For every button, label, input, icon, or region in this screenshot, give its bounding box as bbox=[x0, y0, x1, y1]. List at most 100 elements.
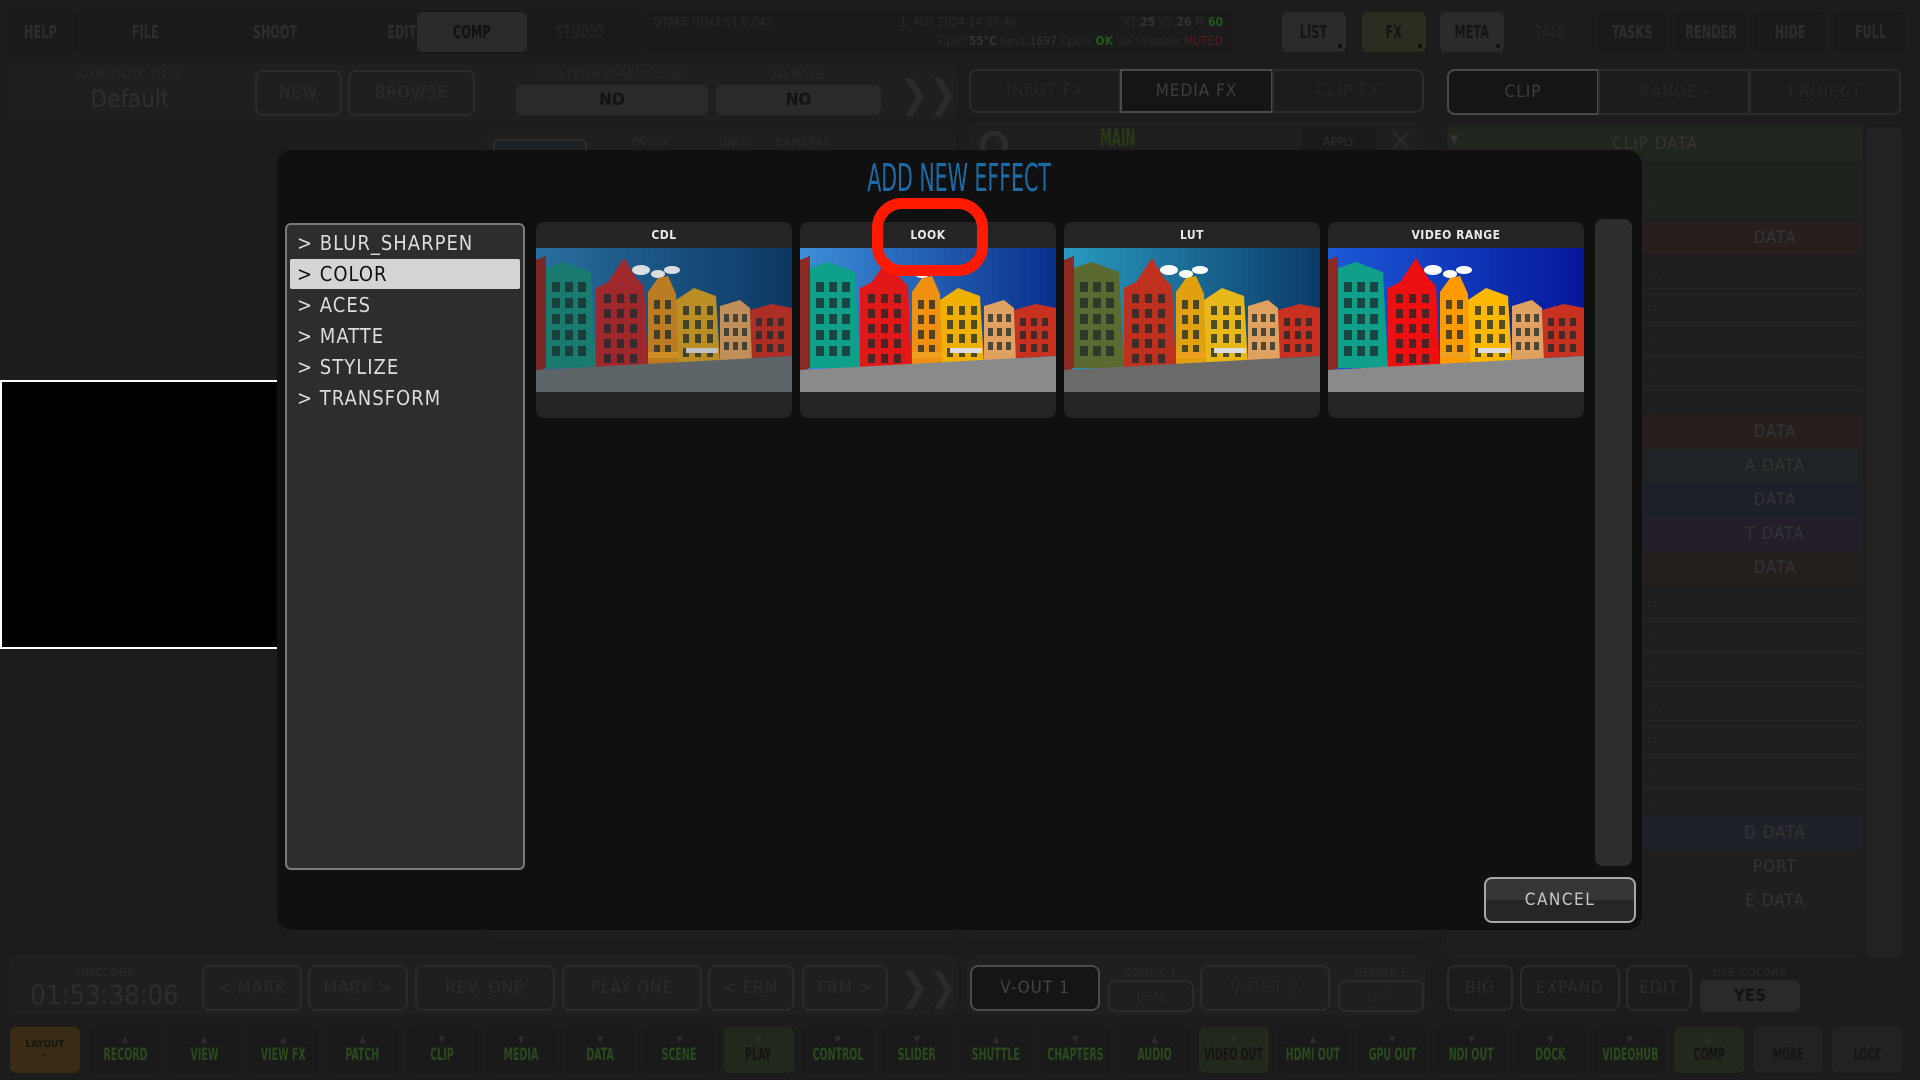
bottom-button-scene[interactable]: ▼ SCENE bbox=[644, 1027, 715, 1073]
tab-studio[interactable]: STUDIO bbox=[530, 12, 630, 52]
tab-media-fx[interactable]: MEDIA FX bbox=[1120, 69, 1273, 113]
arrow-up-icon: ▲ bbox=[121, 1035, 129, 1045]
vout1-button[interactable]: V-OUT 1 bbox=[970, 965, 1100, 1011]
units-tab[interactable]: UNITS bbox=[712, 136, 762, 149]
row-value: - bbox=[1652, 728, 1658, 747]
bottom-button-ndi-out[interactable]: ▼ NDI OUT bbox=[1436, 1027, 1507, 1073]
bottom-button-lock[interactable]: LOCK bbox=[1832, 1027, 1903, 1073]
next-frame-button[interactable]: FRM > bbox=[802, 965, 888, 1011]
cpu-temp-value: 55°C bbox=[968, 34, 997, 48]
arrow-down-icon: ▼ bbox=[438, 1035, 445, 1045]
bottom-button-record[interactable]: ▲ RECORD bbox=[90, 1027, 160, 1073]
bottom-button-patch[interactable]: ▲ PATCH bbox=[327, 1027, 398, 1073]
category-color[interactable]: > COLOR bbox=[290, 259, 520, 289]
tasks-button[interactable]: TASKS bbox=[1597, 12, 1667, 52]
new-button[interactable]: NEW bbox=[255, 70, 342, 116]
osd-toggle[interactable]: NO bbox=[516, 85, 708, 115]
bottom-button-control[interactable]: ▼ CONTROL bbox=[802, 1027, 873, 1073]
effect-card-cdl[interactable]: CDL bbox=[536, 222, 792, 418]
category-transform[interactable]: > TRANSFORM bbox=[290, 383, 520, 413]
render-button[interactable]: RENDER bbox=[1676, 12, 1746, 52]
bottom-button-play[interactable]: ▼ PLAY bbox=[723, 1027, 794, 1073]
bottom-button-gpu-out[interactable]: ▼ GPU OUT bbox=[1357, 1027, 1428, 1073]
tab-shoot[interactable]: SHOOT bbox=[212, 12, 338, 52]
expand-chevron-icon[interactable]: ❯❯ bbox=[900, 72, 957, 116]
bottom-button-clip[interactable]: ▼ CLIP bbox=[406, 1027, 477, 1073]
full-button[interactable]: FULL bbox=[1835, 12, 1905, 52]
talk-button[interactable]: TALK bbox=[1518, 12, 1584, 52]
effect-thumbnail bbox=[1064, 248, 1320, 392]
transport-more-chevron-icon[interactable]: ❯❯ bbox=[900, 965, 957, 1009]
bottom-button-label: MORE bbox=[1772, 1045, 1804, 1065]
video-preview[interactable] bbox=[0, 380, 290, 649]
bottom-button-video-out[interactable]: ▼ VIDEO OUT bbox=[1198, 1027, 1269, 1073]
tab-comp-label: COMP bbox=[453, 21, 491, 43]
category-matte[interactable]: > MATTE bbox=[290, 321, 520, 351]
category-blur-sharpen[interactable]: > BLUR_SHARPEN bbox=[290, 228, 520, 258]
play-one-button[interactable]: PLAY ONE bbox=[562, 965, 702, 1011]
vout2-button[interactable]: V-OUT 2 bbox=[1200, 965, 1330, 1011]
tab-ranges[interactable]: RANGES bbox=[1598, 69, 1750, 115]
bottom-button-chapters[interactable]: ▼ CHAPTERS bbox=[1040, 1027, 1111, 1073]
bottom-button-view-fx[interactable]: ▲ VIEW FX bbox=[248, 1027, 319, 1073]
mark-out-button[interactable]: MARK > bbox=[308, 965, 408, 1011]
collapse-triangle-icon[interactable]: ▼ bbox=[1450, 132, 1458, 146]
demux1-select[interactable]: Left bbox=[1108, 980, 1194, 1012]
row-value: - bbox=[1652, 364, 1658, 383]
big-button[interactable]: BIG bbox=[1447, 965, 1513, 1011]
effect-card-video-range[interactable]: VIDEO RANGE bbox=[1328, 222, 1584, 418]
fan-value: 1697 bbox=[1029, 34, 1057, 48]
help-button[interactable]: HELP bbox=[10, 12, 70, 52]
bottom-button-videohub[interactable]: ▼ VIDEOHUB bbox=[1594, 1027, 1665, 1073]
bottom-button-more[interactable]: MORE bbox=[1753, 1027, 1824, 1073]
category-stylize[interactable]: > STYLIZE bbox=[290, 352, 520, 382]
bottom-button-view[interactable]: ▲ VIEW bbox=[169, 1027, 240, 1073]
category-list[interactable]: > BLUR_SHARPEN > COLOR > ACES > MATTE > … bbox=[285, 223, 525, 870]
indicator-dot-icon bbox=[1338, 44, 1342, 48]
tab-input-fx[interactable]: INPUT FX bbox=[969, 69, 1121, 113]
effect-thumbnail bbox=[1328, 248, 1584, 392]
right-scrollbar[interactable] bbox=[1866, 127, 1902, 957]
m-label: M: bbox=[1195, 15, 1208, 29]
edit-button[interactable]: EDIT bbox=[1626, 965, 1692, 1011]
cameras-tab[interactable]: CAMERAS bbox=[768, 136, 838, 149]
bottom-button-comp[interactable]: ▲ COMP bbox=[1674, 1027, 1744, 1073]
arrow-down-icon: ▼ bbox=[1230, 1035, 1237, 1045]
effect-card-lut[interactable]: LUT bbox=[1064, 222, 1320, 418]
bottom-button-audio[interactable]: ▲ AUDIO bbox=[1119, 1027, 1190, 1073]
composite-title-value[interactable]: Default bbox=[60, 85, 200, 113]
bottom-button-media[interactable]: ▼ MEDIA bbox=[486, 1027, 556, 1073]
list-button[interactable]: LIST bbox=[1282, 12, 1346, 52]
meta-button[interactable]: META bbox=[1440, 12, 1504, 52]
browse-button[interactable]: BROWSE bbox=[348, 70, 475, 116]
tab-file[interactable]: FILE bbox=[80, 12, 210, 52]
prev-frame-button[interactable]: < FRM bbox=[708, 965, 794, 1011]
rev-one-button[interactable]: REV. ONE bbox=[415, 965, 555, 1011]
section-label: PORT bbox=[1753, 857, 1797, 877]
tab-comp[interactable]: COMP bbox=[417, 12, 527, 52]
expand-button[interactable]: EXPAND bbox=[1520, 965, 1620, 1011]
bottom-button-hdmi-out[interactable]: ▲ HDMI OUT bbox=[1278, 1027, 1348, 1073]
layout-button[interactable]: LAYOUT - bbox=[10, 1027, 80, 1073]
row-value: - bbox=[1652, 626, 1658, 645]
bottom-button-shuttle[interactable]: ▲ SHUTTLE bbox=[961, 1027, 1032, 1073]
effects-scrollbar[interactable] bbox=[1595, 219, 1632, 866]
use-colors-toggle[interactable]: YES bbox=[1700, 980, 1800, 1012]
tab-clip[interactable]: CLIP bbox=[1447, 69, 1599, 115]
bottom-button-dock[interactable]: ▼ DOCK bbox=[1515, 1027, 1586, 1073]
bottom-button-label: MEDIA bbox=[503, 1045, 539, 1065]
patch-tab[interactable]: PATCH bbox=[620, 136, 680, 149]
category-aces[interactable]: > ACES bbox=[290, 290, 520, 320]
tab-project[interactable]: PROJECT bbox=[1749, 69, 1901, 115]
mark-in-button[interactable]: < MARK bbox=[202, 965, 302, 1011]
arrow-down-icon: ▼ bbox=[1468, 1035, 1475, 1045]
building-photo bbox=[536, 248, 792, 392]
hide-button[interactable]: HIDE bbox=[1755, 12, 1825, 52]
cancel-button[interactable]: CANCEL bbox=[1484, 877, 1636, 923]
bottom-button-data[interactable]: ▼ DATA bbox=[565, 1027, 636, 1073]
bottom-button-slider[interactable]: ▼ SLIDER bbox=[882, 1027, 952, 1073]
demux2-select[interactable]: Left bbox=[1338, 980, 1424, 1012]
fx-button[interactable]: FX bbox=[1362, 12, 1426, 52]
3d-mode-toggle[interactable]: NO bbox=[716, 85, 881, 115]
tab-clip-fx[interactable]: CLIP FX bbox=[1272, 69, 1424, 113]
